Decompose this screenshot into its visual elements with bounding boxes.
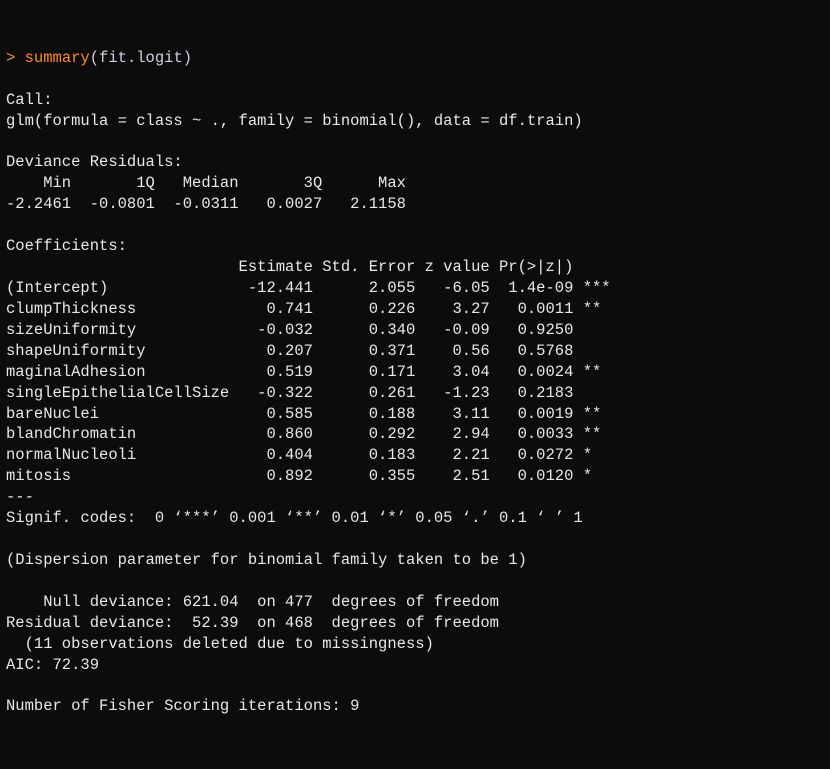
fn-arg: fit.logit: [99, 49, 183, 67]
prompt-symbol: >: [6, 49, 25, 67]
dispersion-line: (Dispersion parameter for binomial famil…: [6, 551, 527, 569]
table-row: maginalAdhesion 0.519 0.171 3.04 0.0024 …: [6, 363, 611, 381]
deviance-residuals-values: -2.2461 -0.0801 -0.0311 0.0027 2.1158: [6, 195, 425, 213]
signif-codes: Signif. codes: 0 ‘***’ 0.001 ‘**’ 0.01 ‘…: [6, 509, 583, 527]
deviance-residuals-labels: Min 1Q Median 3Q Max: [6, 174, 425, 192]
fisher-iterations-line: Number of Fisher Scoring iterations: 9: [6, 697, 359, 715]
table-row: bareNuclei 0.585 0.188 3.11 0.0019 **: [6, 405, 611, 423]
call-header: Call:: [6, 91, 53, 109]
table-row: sizeUniformity -0.032 0.340 -0.09 0.9250: [6, 321, 611, 339]
table-row: mitosis 0.892 0.355 2.51 0.0120 *: [6, 467, 611, 485]
table-row: shapeUniformity 0.207 0.371 0.56 0.5768: [6, 342, 611, 360]
table-row: (Intercept) -12.441 2.055 -6.05 1.4e-09 …: [6, 279, 611, 297]
table-row: singleEpithelialCellSize -0.322 0.261 -1…: [6, 384, 611, 402]
coefficients-header: Coefficients:: [6, 237, 127, 255]
table-row: clumpThickness 0.741 0.226 3.27 0.0011 *…: [6, 300, 611, 318]
null-deviance-line: Null deviance: 621.04 on 477 degrees of …: [6, 593, 499, 611]
residual-deviance-line: Residual deviance: 52.39 on 468 degrees …: [6, 614, 499, 632]
paren-open: (: [90, 49, 99, 67]
deviance-residuals-header: Deviance Residuals:: [6, 153, 183, 171]
missing-obs-line: (11 observations deleted due to missingn…: [6, 635, 434, 653]
table-row: normalNucleoli 0.404 0.183 2.21 0.0272 *: [6, 446, 611, 464]
aic-line: AIC: 72.39: [6, 656, 99, 674]
call-line: glm(formula = class ~ ., family = binomi…: [6, 112, 583, 130]
paren-close: ): [183, 49, 192, 67]
coefficients-column-header: Estimate Std. Error z value Pr(>|z|): [6, 258, 611, 276]
fn-name: summary: [25, 49, 90, 67]
dash-line: ---: [6, 488, 34, 506]
table-row: blandChromatin 0.860 0.292 2.94 0.0033 *…: [6, 425, 611, 443]
